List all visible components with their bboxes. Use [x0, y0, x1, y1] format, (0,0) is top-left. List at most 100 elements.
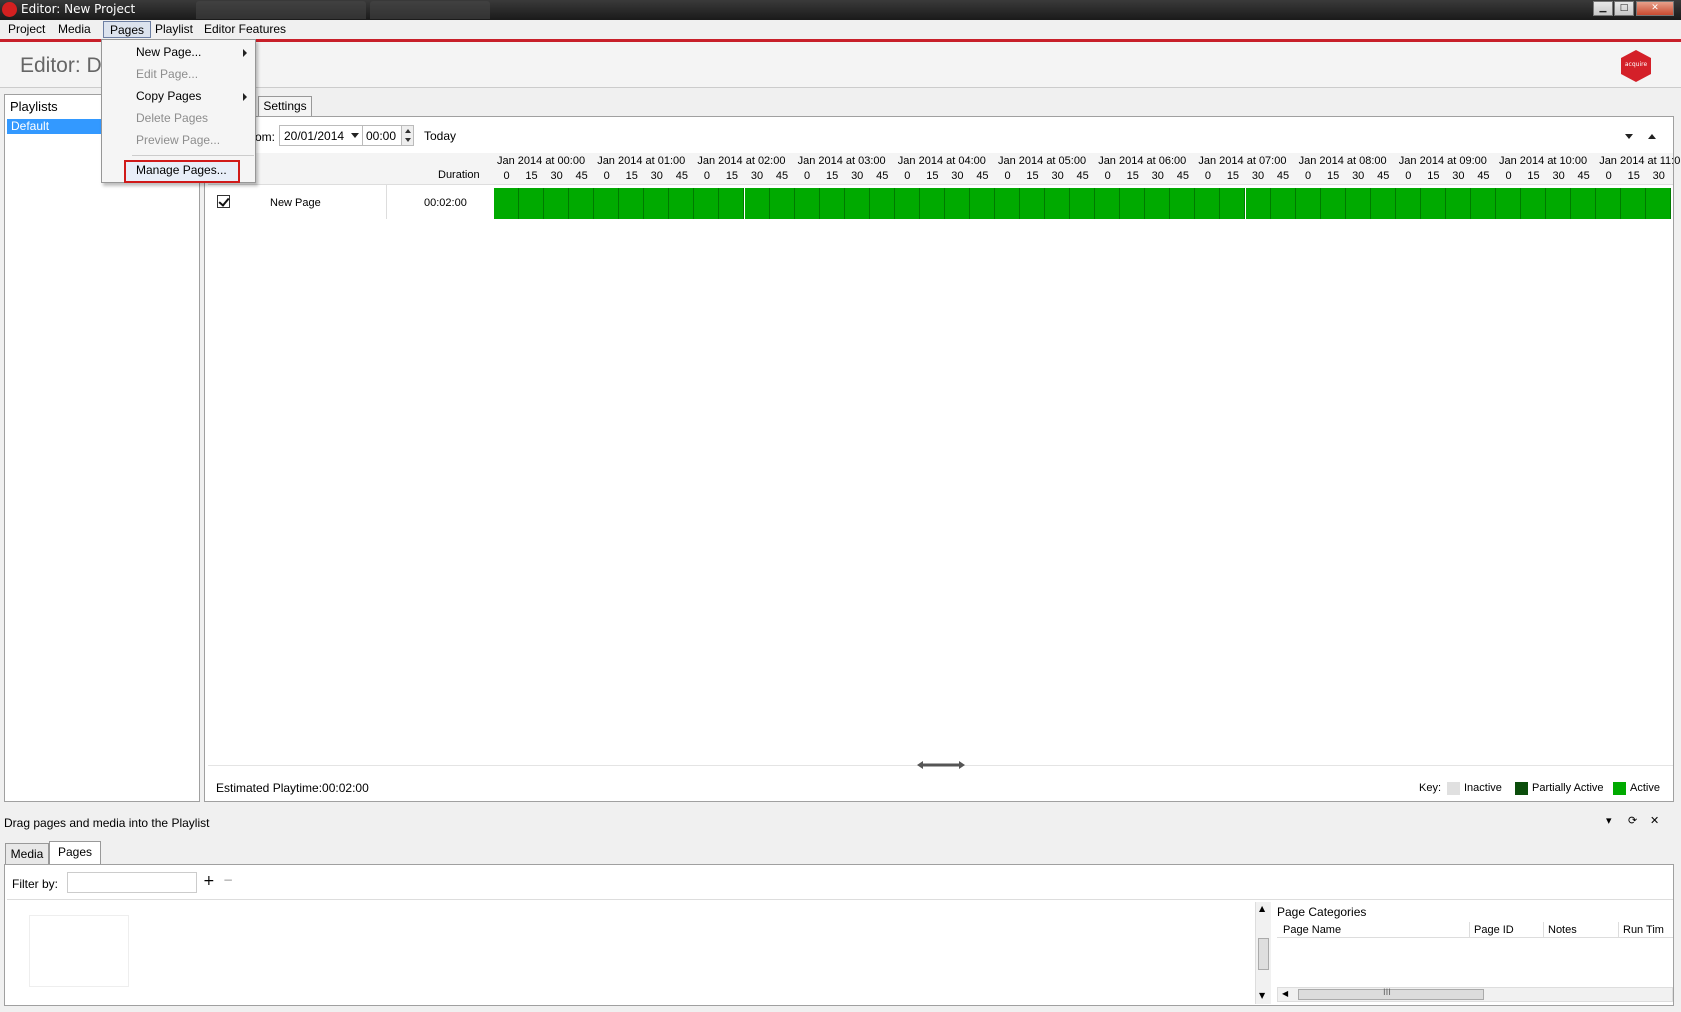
- quarter-label: 30: [1552, 170, 1565, 182]
- hour-label: Jan 2014 at 03:00: [797, 155, 886, 167]
- spin-down-icon[interactable]: [405, 138, 411, 142]
- scroll-up-icon[interactable]: ▲: [1259, 904, 1265, 913]
- quarter-label: 45: [1176, 170, 1189, 182]
- tab-media[interactable]: Media: [5, 843, 49, 864]
- schedule-cell-active[interactable]: [1546, 188, 1572, 219]
- minimize-button[interactable]: ▁: [1593, 1, 1613, 16]
- quarter-label: 45: [1477, 170, 1490, 182]
- schedule-cell-active[interactable]: [894, 188, 920, 219]
- schedule-cell-active[interactable]: [494, 188, 520, 219]
- row-checkbox[interactable]: [217, 195, 230, 208]
- today-button[interactable]: Today: [424, 129, 456, 143]
- collapse-up-icon[interactable]: [1648, 134, 1656, 139]
- tab-settings[interactable]: Settings: [258, 96, 312, 116]
- column-page-id[interactable]: Page ID: [1474, 924, 1514, 936]
- schedule-cell-active[interactable]: [1521, 188, 1547, 219]
- schedule-cell-active[interactable]: [1571, 188, 1597, 219]
- quarter-label: 45: [976, 170, 989, 182]
- schedule-cell-active[interactable]: [1646, 188, 1672, 219]
- schedule-cell-active[interactable]: [944, 188, 970, 219]
- column-notes[interactable]: Notes: [1548, 924, 1577, 936]
- horizontal-scrollbar[interactable]: ◀ III: [1277, 987, 1673, 1002]
- scroll-down-icon[interactable]: ▼: [1259, 991, 1265, 1000]
- schedule-cell-active[interactable]: [1295, 188, 1321, 219]
- schedule-cell-active[interactable]: [1170, 188, 1196, 219]
- scrollbar-thumb[interactable]: [1258, 938, 1269, 970]
- schedule-cell-active[interactable]: [1395, 188, 1421, 219]
- schedule-cell-active[interactable]: [1320, 188, 1346, 219]
- schedule-cell-active[interactable]: [1496, 188, 1522, 219]
- schedule-cell-active[interactable]: [1120, 188, 1146, 219]
- schedule-cell-active[interactable]: [1345, 188, 1371, 219]
- menu-item-manage-pages[interactable]: Manage Pages...: [124, 160, 240, 183]
- schedule-cell-active[interactable]: [669, 188, 695, 219]
- schedule-cell-active[interactable]: [569, 188, 595, 219]
- schedule-cell-active[interactable]: [619, 188, 645, 219]
- schedule-cell-active[interactable]: [1045, 188, 1071, 219]
- table-row[interactable]: New Page 00:02:00: [208, 185, 1673, 219]
- schedule-cell-active[interactable]: [544, 188, 570, 219]
- quarter-label: 0: [1405, 170, 1412, 182]
- schedule-cell-active[interactable]: [919, 188, 945, 219]
- schedule-cells[interactable]: [494, 188, 1673, 219]
- tab-pages[interactable]: Pages: [49, 841, 101, 864]
- schedule-cell-active[interactable]: [969, 188, 995, 219]
- vertical-scrollbar[interactable]: ▲ ▼: [1255, 902, 1271, 1004]
- column-run-time[interactable]: Run Tim: [1623, 924, 1664, 936]
- menu-editor-features[interactable]: Editor Features: [198, 21, 292, 38]
- schedule-cell-active[interactable]: [1220, 188, 1246, 219]
- schedule-cell-active[interactable]: [1470, 188, 1496, 219]
- schedule-cell-active[interactable]: [1095, 188, 1121, 219]
- schedule-cell-active[interactable]: [995, 188, 1021, 219]
- schedule-cell-active[interactable]: [1445, 188, 1471, 219]
- schedule-cell-active[interactable]: [1621, 188, 1647, 219]
- maximize-button[interactable]: □: [1614, 1, 1634, 16]
- scrollbar-thumb[interactable]: III: [1298, 988, 1484, 1000]
- date-select[interactable]: 20/01/2014: [279, 125, 363, 146]
- schedule-cell-active[interactable]: [744, 188, 770, 219]
- schedule-cell-active[interactable]: [794, 188, 820, 219]
- filter-input[interactable]: [67, 872, 197, 893]
- schedule-cell-active[interactable]: [1370, 188, 1396, 219]
- remove-filter-button[interactable]: −: [223, 873, 233, 887]
- menu-media[interactable]: Media: [52, 21, 97, 38]
- panel-dropdown-icon[interactable]: ▾: [1606, 814, 1612, 827]
- spin-up-icon[interactable]: [405, 129, 411, 133]
- schedule-cell-active[interactable]: [719, 188, 745, 219]
- menu-playlist[interactable]: Playlist: [149, 21, 199, 38]
- schedule-cell-active[interactable]: [869, 188, 895, 219]
- schedule-cell-active[interactable]: [1020, 188, 1046, 219]
- schedule-cell-active[interactable]: [1070, 188, 1096, 219]
- schedule-cell-active[interactable]: [519, 188, 545, 219]
- schedule-cell-active[interactable]: [1596, 188, 1622, 219]
- close-button[interactable]: ✕: [1636, 1, 1674, 16]
- schedule-cell-active[interactable]: [594, 188, 620, 219]
- time-input[interactable]: 00:00: [362, 125, 404, 146]
- menu-item-label: Preview Page...: [136, 133, 221, 147]
- menu-project[interactable]: Project: [2, 21, 51, 38]
- schedule-cell-active[interactable]: [1145, 188, 1171, 219]
- menu-item-copy-pages[interactable]: Copy Pages: [104, 86, 253, 107]
- duration-header: Duration: [438, 169, 480, 181]
- chevron-down-icon: [351, 133, 359, 138]
- pin-icon[interactable]: ⟳: [1628, 814, 1637, 827]
- schedule-cell-active[interactable]: [1245, 188, 1271, 219]
- menu-item-new-page[interactable]: New Page...: [104, 42, 253, 63]
- collapse-down-icon[interactable]: [1625, 134, 1633, 139]
- close-icon[interactable]: ✕: [1650, 814, 1659, 827]
- add-filter-button[interactable]: +: [203, 873, 215, 889]
- menu-pages[interactable]: Pages: [103, 21, 152, 38]
- schedule-cell-active[interactable]: [1195, 188, 1221, 219]
- estimated-playtime: Estimated Playtime:00:02:00: [216, 781, 369, 795]
- schedule-cell-active[interactable]: [1420, 188, 1446, 219]
- schedule-cell-active[interactable]: [694, 188, 720, 219]
- schedule-cell-active[interactable]: [644, 188, 670, 219]
- schedule-cell-active[interactable]: [819, 188, 845, 219]
- schedule-cell-active[interactable]: [769, 188, 795, 219]
- schedule-cell-active[interactable]: [844, 188, 870, 219]
- column-page-name[interactable]: Page Name: [1283, 924, 1341, 936]
- time-stepper[interactable]: [401, 125, 414, 146]
- schedule-cell-active[interactable]: [1270, 188, 1296, 219]
- scroll-left-icon[interactable]: ◀: [1282, 989, 1288, 998]
- resize-handle-icon[interactable]: [917, 761, 965, 769]
